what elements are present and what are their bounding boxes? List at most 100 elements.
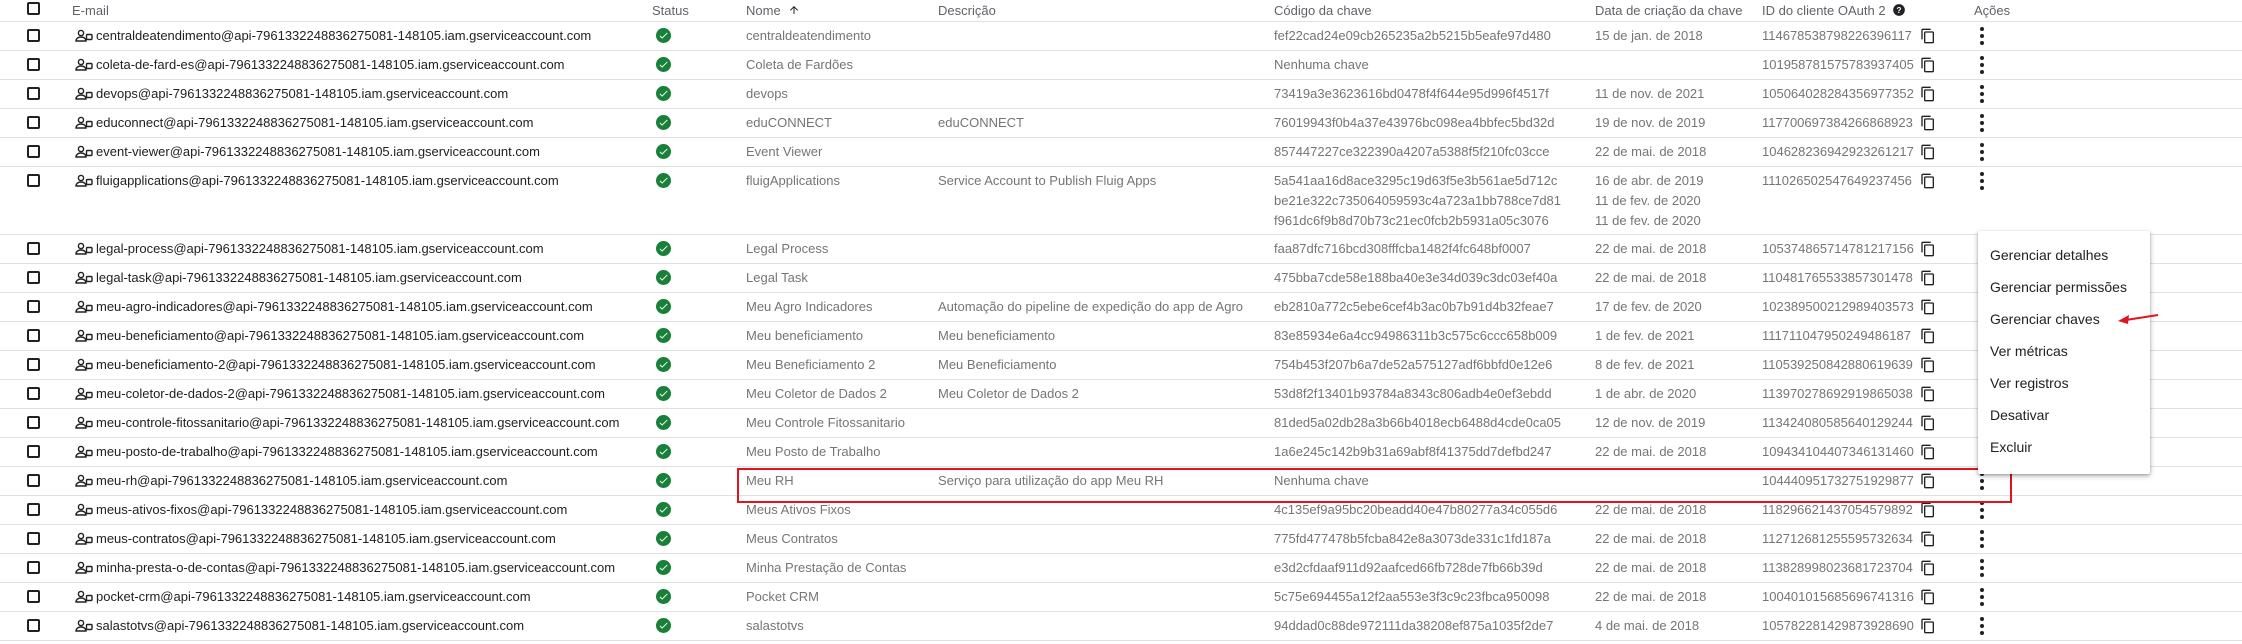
copy-icon[interactable]	[1920, 386, 1936, 402]
table-row[interactable]: salastotvs@api-7961332248836275081-14810…	[0, 611, 2242, 641]
more-vert-icon[interactable]	[1979, 114, 1985, 132]
column-header-data[interactable]: Data de criação da chave	[1595, 3, 1742, 18]
copy-icon[interactable]	[1920, 270, 1936, 286]
more-vert-icon[interactable]	[1979, 143, 1985, 161]
table-row[interactable]: minha-presta-o-de-contas@api-79613322488…	[0, 553, 2242, 583]
select-all-checkbox[interactable]	[27, 2, 40, 15]
row-checkbox[interactable]	[27, 271, 40, 284]
copy-icon[interactable]	[1920, 560, 1936, 576]
row-checkbox[interactable]	[27, 619, 40, 632]
column-header-codigo[interactable]: Código da chave	[1274, 3, 1372, 18]
email-link[interactable]: legal-task@api-7961332248836275081-14810…	[96, 270, 522, 285]
column-header-email[interactable]: E-mail	[72, 3, 109, 18]
more-vert-icon[interactable]	[1979, 85, 1985, 103]
more-vert-icon[interactable]	[1979, 172, 1985, 190]
table-row[interactable]: meu-beneficiamento-2@api-796133224883627…	[0, 350, 2242, 380]
more-vert-icon[interactable]	[1979, 559, 1985, 577]
table-row[interactable]: event-viewer@api-7961332248836275081-148…	[0, 137, 2242, 167]
menu-item-excluir[interactable]: Excluir	[1978, 431, 2150, 463]
email-link[interactable]: salastotvs@api-7961332248836275081-14810…	[96, 618, 524, 633]
email-link[interactable]: meu-beneficiamento@api-79613322488362750…	[96, 328, 584, 343]
copy-icon[interactable]	[1920, 531, 1936, 547]
copy-icon[interactable]	[1920, 241, 1936, 257]
copy-icon[interactable]	[1920, 57, 1936, 73]
more-vert-icon[interactable]	[1979, 588, 1985, 606]
more-vert-icon[interactable]	[1979, 530, 1985, 548]
row-checkbox[interactable]	[27, 145, 40, 158]
row-checkbox[interactable]	[27, 474, 40, 487]
email-link[interactable]: coleta-de-fard-es@api-796133224883627508…	[96, 57, 565, 72]
table-row[interactable]: legal-task@api-7961332248836275081-14810…	[0, 263, 2242, 293]
copy-icon[interactable]	[1920, 415, 1936, 431]
column-header-status[interactable]: Status	[652, 3, 689, 18]
email-link[interactable]: legal-process@api-7961332248836275081-14…	[96, 241, 544, 256]
row-checkbox[interactable]	[27, 416, 40, 429]
column-header-descricao[interactable]: Descrição	[938, 3, 996, 18]
copy-icon[interactable]	[1920, 144, 1936, 160]
row-checkbox[interactable]	[27, 561, 40, 574]
row-checkbox[interactable]	[27, 242, 40, 255]
table-row[interactable]: pocket-crm@api-7961332248836275081-14810…	[0, 582, 2242, 612]
more-vert-icon[interactable]	[1979, 501, 1985, 519]
table-row[interactable]: meu-posto-de-trabalho@api-79613322488362…	[0, 437, 2242, 467]
table-row[interactable]: meu-controle-fitossanitario@api-79613322…	[0, 408, 2242, 438]
email-link[interactable]: centraldeatendimento@api-796133224883627…	[96, 28, 591, 43]
table-row[interactable]: legal-process@api-7961332248836275081-14…	[0, 234, 2242, 264]
column-header-nome[interactable]: Nome	[746, 3, 800, 18]
row-checkbox[interactable]	[27, 87, 40, 100]
copy-icon[interactable]	[1920, 357, 1936, 373]
copy-icon[interactable]	[1920, 115, 1936, 131]
table-row[interactable]: meus-contratos@api-7961332248836275081-1…	[0, 524, 2242, 554]
copy-icon[interactable]	[1920, 328, 1936, 344]
menu-item-gerenciar-detalhes[interactable]: Gerenciar detalhes	[1978, 239, 2150, 271]
more-vert-icon[interactable]	[1979, 27, 1985, 45]
menu-item-ver-registros[interactable]: Ver registros	[1978, 367, 2150, 399]
email-link[interactable]: minha-presta-o-de-contas@api-79613322488…	[96, 560, 615, 575]
row-checkbox[interactable]	[27, 29, 40, 42]
row-checkbox[interactable]	[27, 174, 40, 187]
table-row[interactable]: educonnect@api-7961332248836275081-14810…	[0, 108, 2242, 138]
email-link[interactable]: meu-coletor-de-dados-2@api-7961332248836…	[96, 386, 605, 401]
email-link[interactable]: fluigapplications@api-796133224883627508…	[96, 173, 559, 188]
table-row[interactable]: coleta-de-fard-es@api-796133224883627508…	[0, 50, 2242, 80]
email-link[interactable]: meu-rh@api-7961332248836275081-148105.ia…	[96, 473, 507, 488]
copy-icon[interactable]	[1920, 444, 1936, 460]
email-link[interactable]: event-viewer@api-7961332248836275081-148…	[96, 144, 540, 159]
more-vert-icon[interactable]	[1979, 617, 1985, 635]
email-link[interactable]: meu-agro-indicadores@api-796133224883627…	[96, 299, 593, 314]
copy-icon[interactable]	[1920, 86, 1936, 102]
email-link[interactable]: meu-posto-de-trabalho@api-79613322488362…	[96, 444, 598, 459]
row-checkbox[interactable]	[27, 116, 40, 129]
more-vert-icon[interactable]	[1979, 56, 1985, 74]
row-checkbox[interactable]	[27, 590, 40, 603]
table-row[interactable]: devops@api-7961332248836275081-148105.ia…	[0, 79, 2242, 109]
copy-icon[interactable]	[1920, 28, 1936, 44]
menu-item-desativar[interactable]: Desativar	[1978, 399, 2150, 431]
row-checkbox[interactable]	[27, 300, 40, 313]
email-link[interactable]: pocket-crm@api-7961332248836275081-14810…	[96, 589, 531, 604]
table-row[interactable]: meu-agro-indicadores@api-796133224883627…	[0, 292, 2242, 322]
row-checkbox[interactable]	[27, 387, 40, 400]
table-row[interactable]: meu-coletor-de-dados-2@api-7961332248836…	[0, 379, 2242, 409]
menu-item-gerenciar-permiss-es[interactable]: Gerenciar permissões	[1978, 271, 2150, 303]
row-checkbox[interactable]	[27, 329, 40, 342]
row-checkbox[interactable]	[27, 503, 40, 516]
copy-icon[interactable]	[1920, 173, 1936, 189]
row-checkbox[interactable]	[27, 532, 40, 545]
copy-icon[interactable]	[1920, 299, 1936, 315]
column-header-oauth[interactable]: ID do cliente OAuth 2 ?	[1762, 3, 1906, 18]
email-link[interactable]: meu-controle-fitossanitario@api-79613322…	[96, 415, 619, 430]
email-link[interactable]: educonnect@api-7961332248836275081-14810…	[96, 115, 533, 130]
email-link[interactable]: devops@api-7961332248836275081-148105.ia…	[96, 86, 508, 101]
email-link[interactable]: meu-beneficiamento-2@api-796133224883627…	[96, 357, 596, 372]
email-link[interactable]: meus-contratos@api-7961332248836275081-1…	[96, 531, 556, 546]
table-row[interactable]: centraldeatendimento@api-796133224883627…	[0, 21, 2242, 51]
copy-icon[interactable]	[1920, 618, 1936, 634]
row-checkbox[interactable]	[27, 58, 40, 71]
menu-item-ver-m-tricas[interactable]: Ver métricas	[1978, 335, 2150, 367]
row-checkbox[interactable]	[27, 358, 40, 371]
table-row[interactable]: fluigapplications@api-796133224883627508…	[0, 166, 2242, 235]
help-icon[interactable]: ?	[1892, 3, 1906, 17]
row-checkbox[interactable]	[27, 445, 40, 458]
table-row[interactable]: meu-beneficiamento@api-79613322488362750…	[0, 321, 2242, 351]
